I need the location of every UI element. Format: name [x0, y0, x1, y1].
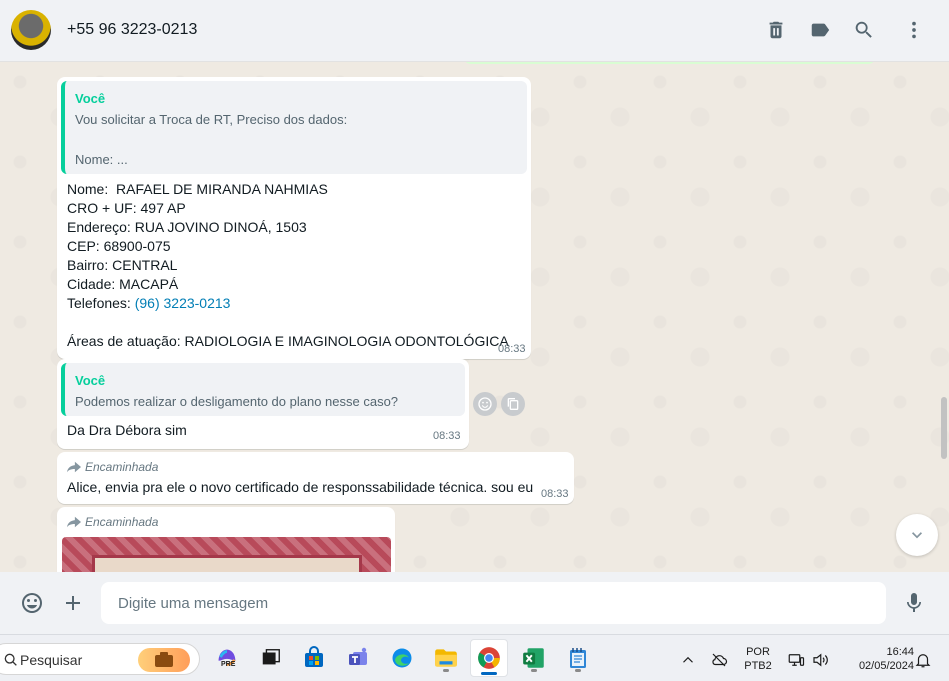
- phone-label: Telefones:: [67, 295, 135, 311]
- language-indicator[interactable]: POR PTB2: [738, 645, 778, 673]
- quote-author: Você: [75, 91, 106, 106]
- message-time: 08:33: [541, 488, 569, 500]
- clock[interactable]: 16:44 02/05/2024: [838, 645, 914, 673]
- copilot-app[interactable]: PRE: [212, 643, 242, 673]
- task-view-app[interactable]: [256, 643, 286, 673]
- chat-scrollbar[interactable]: [941, 397, 947, 459]
- message-bubble[interactable]: Você Vou solicitar a Troca de RT, Precis…: [57, 77, 531, 359]
- quote-author: Você: [75, 373, 106, 388]
- scroll-down-button[interactable]: [896, 514, 938, 556]
- previous-outgoing-bubble: [463, 62, 876, 64]
- certificate-image[interactable]: [62, 537, 391, 572]
- quoted-message[interactable]: Você Vou solicitar a Troca de RT, Precis…: [61, 81, 527, 174]
- running-indicator: [481, 672, 497, 675]
- chevron-up-icon[interactable]: [679, 651, 697, 669]
- notification-bell-icon[interactable]: [914, 651, 932, 669]
- attach-plus-icon[interactable]: [60, 590, 86, 616]
- forward-arrow-icon: [67, 461, 81, 473]
- message-bubble[interactable]: Encaminhada Alice, envia pra ele o novo …: [57, 452, 574, 504]
- store-app[interactable]: [299, 643, 329, 673]
- quote-text: Nome: ...: [75, 152, 128, 167]
- teams-icon: [349, 647, 367, 665]
- message-input[interactable]: [101, 582, 886, 624]
- message-time: 08:33: [498, 343, 526, 355]
- excel-icon: [523, 648, 544, 668]
- search-label: Pesquisar: [20, 652, 83, 668]
- excel-app[interactable]: [519, 643, 549, 673]
- chevron-down-icon: [912, 532, 922, 539]
- phone-link[interactable]: (96) 3223-0213: [135, 295, 231, 311]
- chat-area[interactable]: Você Vou solicitar a Troca de RT, Precis…: [0, 62, 949, 572]
- keyboard-layout: PTB2: [744, 660, 772, 672]
- message-bubble[interactable]: Você Podemos realizar o desligamento do …: [57, 359, 469, 449]
- teams-app[interactable]: [343, 643, 373, 673]
- quote-text: Vou solicitar a Troca de RT, Preciso dos…: [75, 112, 348, 127]
- message-text: Alice, envia pra ele o novo certificado …: [67, 479, 534, 495]
- label-icon[interactable]: [807, 17, 833, 43]
- folder-icon: [435, 649, 457, 667]
- running-indicator: [443, 669, 449, 672]
- onedrive-offline-icon[interactable]: [710, 651, 728, 669]
- clock-time: 16:44: [886, 646, 914, 658]
- microphone-icon[interactable]: [901, 590, 927, 616]
- notepad-icon: [570, 648, 586, 668]
- chrome-app[interactable]: [470, 639, 508, 677]
- taskbar-search[interactable]: Pesquisar: [0, 643, 200, 675]
- search-highlight-icon: [138, 648, 190, 672]
- message-line: Endereço: RUA JOVINO DINOÁ, 1503: [67, 219, 307, 235]
- message-line: Nome: RAFAEL DE MIRANDA NAHMIAS: [67, 181, 328, 197]
- delete-icon[interactable]: [763, 17, 789, 43]
- edge-app[interactable]: [387, 643, 417, 673]
- contact-avatar[interactable]: [11, 10, 51, 50]
- windows-taskbar: Pesquisar PRE POR PTB2 16:44 02/05/2024: [0, 634, 949, 681]
- forwarded-label: Encaminhada: [67, 460, 158, 474]
- file-explorer-app[interactable]: [431, 643, 461, 673]
- running-indicator: [575, 669, 581, 672]
- message-composer: [0, 572, 949, 634]
- search-icon: [4, 653, 17, 666]
- clock-date: 02/05/2024: [858, 660, 914, 672]
- language-code: POR: [746, 646, 770, 658]
- message-line: Áreas de atuação: RADIOLOGIA E IMAGINOLO…: [67, 333, 509, 349]
- copilot-badge: PRE: [221, 661, 236, 668]
- message-line: Telefones: (96) 3223-0213: [67, 294, 230, 313]
- message-time: 08:33: [433, 430, 461, 442]
- chrome-icon: [478, 647, 500, 669]
- forwarded-text: Encaminhada: [85, 515, 159, 529]
- notepad-app[interactable]: [563, 643, 593, 673]
- store-icon: [305, 646, 323, 667]
- message-line: CEP: 68900-075: [67, 238, 171, 254]
- running-indicator: [531, 669, 537, 672]
- menu-icon[interactable]: [901, 17, 927, 43]
- task-view-icon: [262, 649, 280, 665]
- forward-copy-icon[interactable]: [501, 392, 525, 416]
- forwarded-text: Encaminhada: [85, 460, 159, 474]
- certificate-frame: [92, 555, 362, 572]
- quote-text: Podemos realizar o desligamento do plano…: [75, 394, 399, 409]
- message-text: Da Dra Débora sim: [67, 422, 187, 438]
- forward-arrow-icon: [67, 516, 81, 528]
- search-icon[interactable]: [851, 17, 877, 43]
- contact-name[interactable]: +55 96 3223-0213: [67, 21, 197, 39]
- quoted-message[interactable]: Você Podemos realizar o desligamento do …: [61, 363, 465, 416]
- emoji-reaction-icon[interactable]: [473, 392, 497, 416]
- message-line: Bairro: CENTRAL: [67, 257, 178, 273]
- volume-icon[interactable]: [811, 651, 829, 669]
- forwarded-label: Encaminhada: [67, 515, 158, 529]
- chat-header: +55 96 3223-0213: [0, 0, 949, 62]
- edge-icon: [392, 648, 412, 668]
- emoji-icon[interactable]: [19, 590, 45, 616]
- message-line: Cidade: MACAPÁ: [67, 276, 179, 292]
- network-icon[interactable]: [787, 651, 805, 669]
- message-line: CRO + UF: 497 AP: [67, 200, 186, 216]
